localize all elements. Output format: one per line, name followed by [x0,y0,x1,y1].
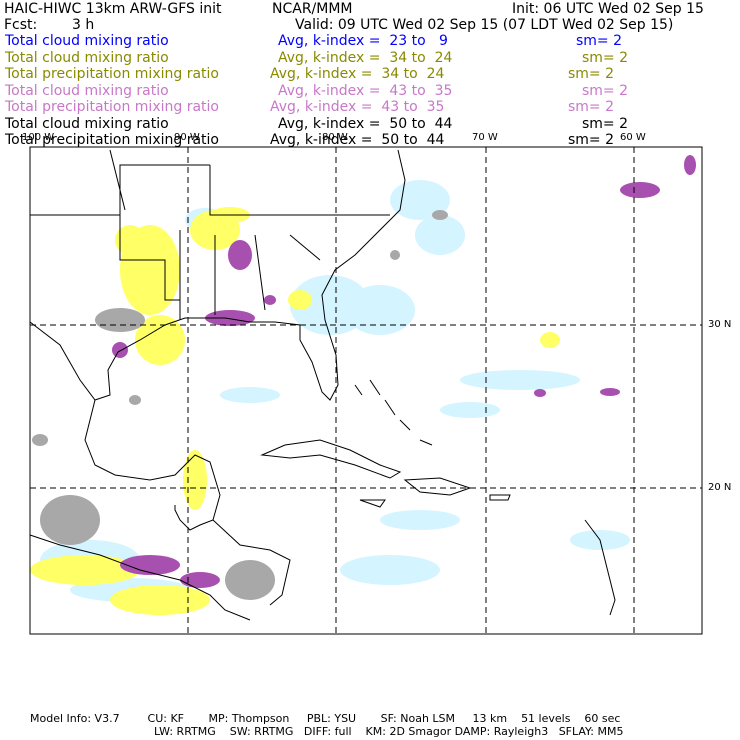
blue-fill-region [415,215,465,255]
field-fills [30,155,696,615]
black-fill-region [129,395,141,405]
lon-label: 80 W [322,132,348,143]
pink-fill-region [684,155,696,175]
black-fill-region [225,560,275,600]
model-info-line1: Model Info: V3.7 CU: KF MP: Thompson PBL… [30,712,621,725]
olive-fill-region [288,290,312,310]
hispaniola [403,477,472,496]
cuba [260,439,402,479]
pink-fill-region [620,182,660,198]
lon-label: 100 W [22,132,55,143]
blue-fill-region [460,370,580,390]
bahamas [354,379,433,446]
pink-fill-region [264,295,276,305]
black-fill-region [40,495,100,545]
olive-fill-region [110,585,210,615]
blue-fill-region [340,555,440,585]
model-info-line2: LW: RRTMG SW: RRTMG DIFF: full KM: 2D Sm… [154,725,624,738]
black-fill-region [95,308,145,332]
blue-fill-region [220,387,280,403]
olive-fill-region [540,332,560,348]
pink-fill-region [600,388,620,396]
puerto-rico [489,494,511,501]
lat-label: 20 N [708,482,732,493]
black-fill-region [432,210,448,220]
blue-fill-region [380,510,460,530]
weather-plot: HAIC-HIWC 13km ARW-GFS init NCAR/MMM Ini… [0,0,740,740]
lon-label: 90 W [174,132,200,143]
us-gulf-coast [29,149,406,401]
blue-fill-region [440,402,500,418]
black-fill-region [32,434,48,446]
pink-fill-region [534,389,546,397]
pink-fill-region [180,572,220,588]
jamaica [359,499,386,508]
black-fill-region [390,250,400,260]
lat-label: 30 N [708,319,732,330]
olive-fill-region [30,555,140,585]
map-panel [29,146,703,635]
pink-fill-region [112,342,128,358]
lon-label: 60 W [620,132,646,143]
lon-label: 70 W [472,132,498,143]
pink-fill-region [228,240,252,270]
blue-fill-region [345,285,415,335]
